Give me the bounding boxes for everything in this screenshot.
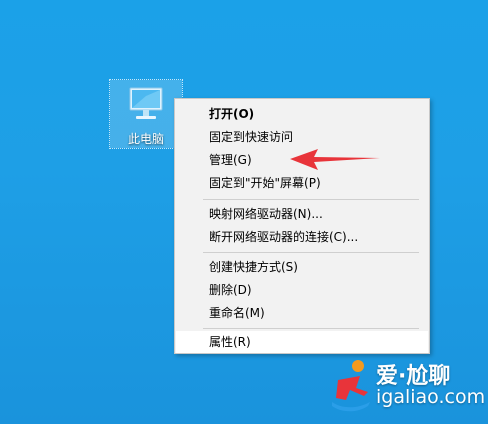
- red-arrow-annotation: [290, 149, 380, 170]
- watermark-domain: igaliao.com: [376, 386, 486, 408]
- menu-separator: [203, 199, 419, 200]
- menu-item-disconnect-network-drive[interactable]: 断开网络驱动器的连接(C)...: [176, 226, 428, 248]
- menu-item-map-network-drive[interactable]: 映射网络驱动器(N)...: [176, 203, 428, 225]
- running-figure-logo-icon: [332, 360, 370, 412]
- desktop-icon-label: 此电脑: [127, 132, 164, 146]
- menu-item-properties[interactable]: 属性(R): [176, 331, 428, 353]
- computer-icon: [129, 87, 163, 119]
- menu-separator: [203, 328, 419, 329]
- watermark: 爱·尬聊 igaliao.com: [330, 356, 485, 416]
- menu-item-create-shortcut[interactable]: 创建快捷方式(S): [176, 256, 428, 278]
- menu-item-delete[interactable]: 删除(D): [176, 279, 428, 301]
- this-pc-desktop-icon[interactable]: 此电脑: [109, 79, 183, 149]
- menu-item-rename[interactable]: 重命名(M): [176, 302, 428, 324]
- menu-item-pin-quick-access[interactable]: 固定到快速访问: [176, 126, 428, 148]
- menu-item-pin-start[interactable]: 固定到"开始"屏幕(P): [176, 172, 428, 194]
- menu-item-open[interactable]: 打开(O): [176, 103, 428, 125]
- desktop: 此电脑 打开(O) 固定到快速访问 管理(G) 固定到"开始"屏幕(P) 映射网…: [0, 0, 488, 424]
- menu-separator: [203, 252, 419, 253]
- context-menu: 打开(O) 固定到快速访问 管理(G) 固定到"开始"屏幕(P) 映射网络驱动器…: [174, 98, 430, 354]
